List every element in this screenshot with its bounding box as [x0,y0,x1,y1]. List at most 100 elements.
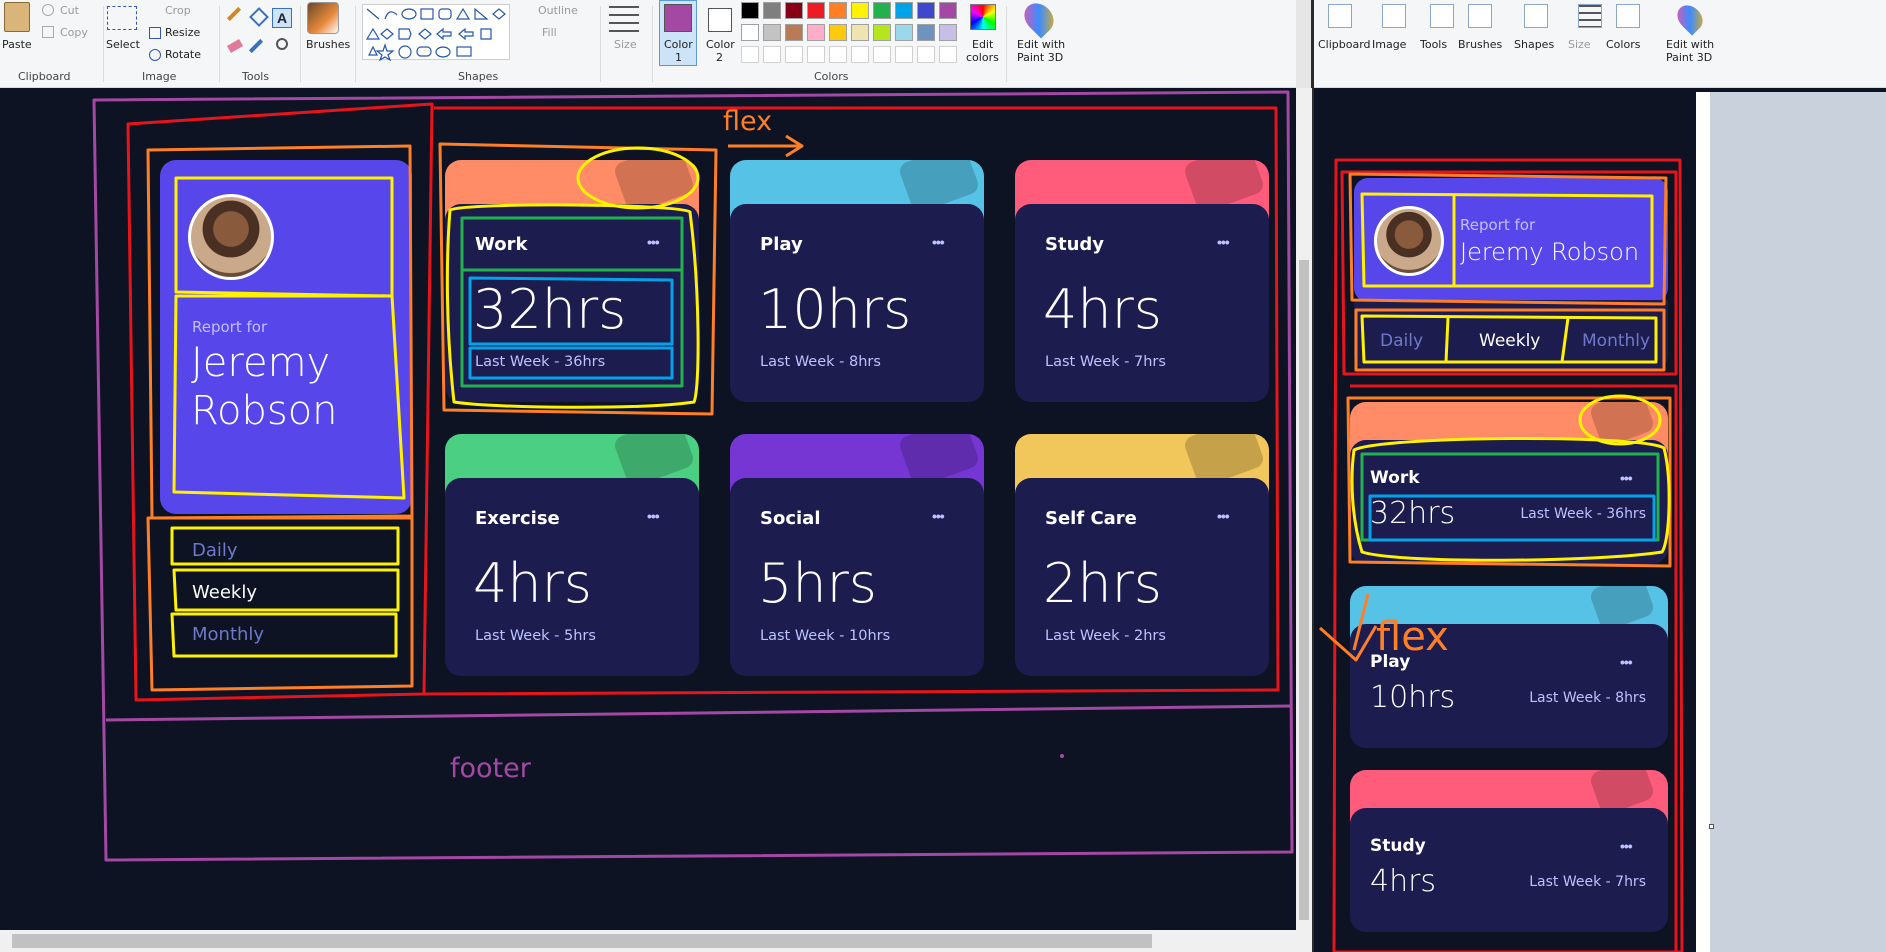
select-button[interactable]: Select [106,38,140,51]
cut-button[interactable]: Cut [60,4,79,17]
palette-swatch-empty[interactable] [763,46,781,63]
brushes-button[interactable]: Brushes [306,38,350,51]
brushes-icon[interactable] [307,2,339,34]
ribbon-button-image[interactable]: Image [1372,38,1406,51]
color2-swatch[interactable] [708,8,732,32]
palette-swatch[interactable] [873,2,891,19]
ribbon-button-colors[interactable]: Colors [1606,38,1640,51]
mobile-activity-card[interactable]: Study ••• 4hrs Last Week - 7hrs [1350,808,1668,932]
ribbon-button-clipboard[interactable]: Clipboard [1318,38,1371,51]
palette-swatch[interactable] [895,2,913,19]
palette-swatch-empty[interactable] [807,46,825,63]
palette-swatch-empty[interactable] [741,46,759,63]
paste-button[interactable]: Paste [2,38,32,51]
crop-button[interactable]: Crop [165,4,191,17]
shapes-gallery[interactable] [362,4,510,62]
mobile-tab-monthly[interactable]: Monthly [1582,331,1650,351]
color-picker-icon[interactable] [248,38,264,54]
palette-swatch[interactable] [873,24,891,41]
ribbon-button-size[interactable]: Size [1568,38,1591,51]
ribbon-icon-shapes[interactable] [1524,4,1548,28]
activity-card[interactable]: Social ••• 5hrs Last Week - 10hrs [730,478,984,676]
mobile-ellipsis-icon[interactable]: ••• [1620,839,1633,853]
palette-swatch[interactable] [895,24,913,41]
outline-button[interactable]: Outline [538,4,578,17]
palette-swatch[interactable] [785,2,803,19]
palette-swatch-empty[interactable] [829,46,847,63]
tab-monthly[interactable]: Monthly [192,624,264,645]
palette-swatch[interactable] [807,2,825,19]
size-button[interactable]: Size [614,38,637,51]
color2-label[interactable]: Color [706,38,735,51]
tab-weekly[interactable]: Weekly [192,582,257,603]
palette-swatch[interactable] [741,2,759,19]
magnifier-icon[interactable] [276,38,288,50]
palette-swatch-empty[interactable] [873,46,891,63]
palette-swatch[interactable] [763,2,781,19]
palette-swatch[interactable] [939,2,957,19]
fill-bucket-icon[interactable] [249,7,269,27]
pencil-icon[interactable] [226,6,242,22]
ribbon-button-shapes[interactable]: Shapes [1514,38,1554,51]
ellipsis-icon[interactable]: ••• [647,235,660,249]
palette-swatch[interactable] [829,2,847,19]
activity-card[interactable]: Study ••• 4hrs Last Week - 7hrs [1015,204,1269,402]
paint3d-icon-right[interactable] [1672,0,1708,36]
edit-colors-icon[interactable] [970,4,996,30]
ellipsis-icon[interactable]: ••• [1217,509,1230,523]
resize-handle[interactable] [1709,824,1714,829]
size-icon[interactable] [609,6,639,34]
edit-colors-button[interactable]: Edit [972,38,993,51]
ribbon-icon-colors[interactable] [1616,4,1640,28]
palette-swatch-empty[interactable] [917,46,935,63]
eraser-icon[interactable] [226,39,244,53]
palette-swatch-empty[interactable] [895,46,913,63]
mobile-tab-daily[interactable]: Daily [1380,331,1423,351]
ribbon-icon-clipboard[interactable] [1328,4,1352,28]
activity-card[interactable]: Work ••• 32hrs Last Week - 36hrs [445,204,699,402]
mobile-tab-weekly[interactable]: Weekly [1479,331,1540,351]
palette-swatch[interactable] [917,24,935,41]
palette-swatch[interactable] [851,2,869,19]
palette-swatch[interactable] [829,24,847,41]
activity-card[interactable]: Exercise ••• 4hrs Last Week - 5hrs [445,478,699,676]
ellipsis-icon[interactable]: ••• [932,509,945,523]
paste-icon[interactable] [4,2,30,32]
ribbon-icon-tools[interactable] [1430,4,1454,28]
text-tool-icon[interactable]: A [272,8,292,28]
palette-swatch[interactable] [807,24,825,41]
palette-swatch[interactable] [785,24,803,41]
ribbon-icon-brushes[interactable] [1468,4,1492,28]
mobile-ellipsis-icon[interactable]: ••• [1620,655,1633,669]
palette-swatch-empty[interactable] [851,46,869,63]
mobile-ellipsis-icon[interactable]: ••• [1620,471,1633,485]
palette-swatch[interactable] [741,24,759,41]
ribbon-button-brushes[interactable]: Brushes [1458,38,1502,51]
color-palette[interactable] [741,2,963,66]
palette-swatch[interactable] [917,2,935,19]
palette-swatch-empty[interactable] [939,46,957,63]
activity-card[interactable]: Play ••• 10hrs Last Week - 8hrs [730,204,984,402]
horizontal-scroll-thumb[interactable] [12,934,1152,948]
ribbon-icon-image[interactable] [1382,4,1406,28]
edit-paint3d-button[interactable]: Edit with [1017,38,1065,51]
palette-swatch[interactable] [939,24,957,41]
vertical-scroll-thumb[interactable] [1299,260,1309,920]
select-icon[interactable] [107,6,137,30]
tab-daily[interactable]: Daily [192,540,238,561]
ellipsis-icon[interactable]: ••• [647,509,660,523]
palette-swatch[interactable] [851,24,869,41]
fill-button[interactable]: Fill [542,26,557,39]
ribbon-icon-size[interactable] [1578,4,1602,28]
ellipsis-icon[interactable]: ••• [932,235,945,249]
palette-swatch[interactable] [763,24,781,41]
activity-card[interactable]: Self Care ••• 2hrs Last Week - 2hrs [1015,478,1269,676]
ellipsis-icon[interactable]: ••• [1217,235,1230,249]
ribbon-button-tools[interactable]: Tools [1420,38,1447,51]
rotate-button[interactable]: Rotate [165,48,201,61]
paint3d-icon[interactable] [1018,0,1060,39]
copy-button[interactable]: Copy [60,26,88,39]
palette-swatch-empty[interactable] [785,46,803,63]
edit-paint3d-button-right[interactable]: Edit with [1666,38,1714,51]
resize-button[interactable]: Resize [165,26,200,39]
